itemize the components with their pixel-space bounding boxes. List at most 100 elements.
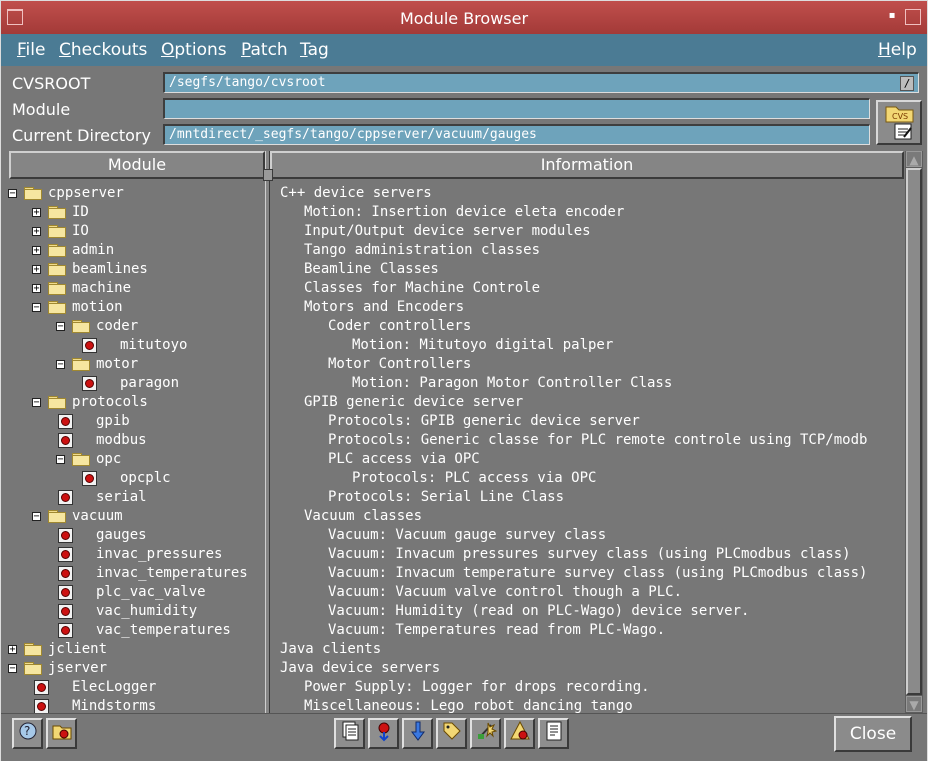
tree-node[interactable]: opcplc <box>1 469 264 488</box>
expand-icon[interactable]: + <box>32 284 41 294</box>
collapse-icon[interactable]: − <box>56 455 65 465</box>
tree-node[interactable]: vac_temperatures <box>1 621 264 640</box>
tree-node[interactable]: serial <box>1 488 264 507</box>
tree-node[interactable]: + beamlines <box>1 260 264 279</box>
tree-node[interactable]: − motion <box>1 298 264 317</box>
expand-icon[interactable]: + <box>32 208 41 218</box>
warning-button[interactable] <box>504 718 535 749</box>
module-icon <box>58 604 73 619</box>
tree-node-label: jserver <box>48 660 108 676</box>
module-icon <box>34 699 49 713</box>
checkout-button[interactable] <box>368 718 399 749</box>
collapse-icon[interactable]: − <box>8 664 17 674</box>
help-button[interactable]: ? <box>12 718 43 749</box>
tree-node-label: plc_vac_valve <box>96 584 206 600</box>
info-row: Coder controllers <box>328 318 472 334</box>
svg-text:?: ? <box>24 724 30 738</box>
module-icon <box>58 528 73 543</box>
expand-icon[interactable]: + <box>32 227 41 237</box>
column-divider[interactable] <box>265 151 270 713</box>
module-browser-window: Module Browser ▪ File Checkouts Options … <box>0 0 928 761</box>
update-button[interactable] <box>402 718 433 749</box>
tree-node[interactable]: − coder <box>1 317 264 336</box>
tag-icon <box>443 722 461 740</box>
merge-button[interactable] <box>470 718 501 749</box>
report-button[interactable] <box>334 718 365 749</box>
tree-node[interactable]: plc_vac_valve <box>1 583 264 602</box>
module-icon <box>58 585 73 600</box>
tree-node[interactable]: − protocols <box>1 393 264 412</box>
cvs-browse-button[interactable]: CVS <box>876 100 922 145</box>
scroll-down-icon[interactable]: ▼ <box>906 696 922 712</box>
tree-node[interactable]: − opc <box>1 450 264 469</box>
menu-patch[interactable]: Patch <box>241 40 288 60</box>
tree-node[interactable]: + jclient <box>1 640 264 659</box>
tree-node[interactable]: − motor <box>1 355 264 374</box>
menu-options[interactable]: Options <box>161 40 227 60</box>
tag-button[interactable] <box>436 718 467 749</box>
tree-node[interactable]: gpib <box>1 412 264 431</box>
tree-node-label: Mindstorms <box>72 698 157 713</box>
maximize-icon[interactable] <box>905 9 921 25</box>
tree-node[interactable]: Mindstorms <box>1 697 264 713</box>
tree-node[interactable]: ElecLogger <box>1 678 264 697</box>
current-directory-field[interactable]: /mntdirect/_segfs/tango/cppserver/vacuum… <box>163 124 870 145</box>
scroll-thumb[interactable] <box>906 168 922 695</box>
collapse-icon[interactable]: − <box>56 360 65 370</box>
info-row: Vacuum: Vacuum valve control though a PL… <box>328 584 683 600</box>
menu-file[interactable]: File <box>17 40 45 60</box>
folder-icon <box>48 282 66 295</box>
folder-icon <box>48 225 66 238</box>
collapse-icon[interactable]: − <box>56 322 65 332</box>
tree-node[interactable]: invac_temperatures <box>1 564 264 583</box>
tree-node[interactable]: modbus <box>1 431 264 450</box>
tree-node[interactable]: + admin <box>1 241 264 260</box>
expand-icon[interactable]: + <box>8 645 17 655</box>
open-folder-button[interactable] <box>46 718 77 749</box>
cvsroot-dropdown-icon[interactable]: / <box>900 76 914 91</box>
cvsroot-field[interactable]: /segfs/tango/cvsroot / <box>163 72 919 93</box>
tree-node[interactable]: vac_humidity <box>1 602 264 621</box>
module-field[interactable] <box>163 98 870 119</box>
information-column-header[interactable]: Information <box>270 151 904 179</box>
info-row: Input/Output device server modules <box>304 223 591 239</box>
info-row: PLC access via OPC <box>328 451 480 467</box>
expand-icon[interactable]: + <box>32 265 41 275</box>
document-icon <box>342 721 358 741</box>
close-button[interactable]: Close <box>834 716 912 752</box>
title-bar[interactable]: Module Browser ▪ <box>1 1 927 34</box>
menu-help[interactable]: Help <box>878 40 917 60</box>
tree-node[interactable]: + machine <box>1 279 264 298</box>
info-row: Vacuum: Humidity (read on PLC-Wago) devi… <box>328 603 750 619</box>
tree-node[interactable]: gauges <box>1 526 264 545</box>
tree-node-label: vac_temperatures <box>96 622 231 638</box>
tree-node[interactable]: + ID <box>1 203 264 222</box>
info-row: Motion: Paragon Motor Controller Class <box>352 375 673 391</box>
module-label: Module <box>12 100 71 119</box>
folder-icon <box>48 206 66 219</box>
tree-node[interactable]: invac_pressures <box>1 545 264 564</box>
collapse-icon[interactable]: − <box>32 398 41 408</box>
current-directory-label: Current Directory <box>12 126 151 145</box>
minimize-icon[interactable]: ▪ <box>884 9 900 25</box>
tree-node-label: serial <box>96 489 147 505</box>
scroll-up-icon[interactable]: ▲ <box>906 151 922 167</box>
menu-tag[interactable]: Tag <box>300 40 329 60</box>
collapse-icon[interactable]: − <box>32 512 41 522</box>
module-column-header[interactable]: Module <box>9 151 265 179</box>
log-button[interactable] <box>538 718 569 749</box>
vertical-scrollbar[interactable]: ▲ ▼ <box>905 151 923 713</box>
menu-checkouts[interactable]: Checkouts <box>59 40 147 60</box>
tree-node-label: opc <box>96 451 122 467</box>
tree-node[interactable]: − jserver <box>1 659 264 678</box>
tree-node[interactable]: − cppserver <box>1 184 264 203</box>
collapse-icon[interactable]: − <box>32 303 41 313</box>
expand-icon[interactable]: + <box>32 246 41 256</box>
tree-node[interactable]: paragon <box>1 374 264 393</box>
module-icon <box>58 490 73 505</box>
info-row: Vacuum: Temperatures read from PLC-Wago. <box>328 622 666 638</box>
tree-node[interactable]: mitutoyo <box>1 336 264 355</box>
tree-node[interactable]: + IO <box>1 222 264 241</box>
tree-node[interactable]: − vacuum <box>1 507 264 526</box>
collapse-icon[interactable]: − <box>8 189 17 199</box>
